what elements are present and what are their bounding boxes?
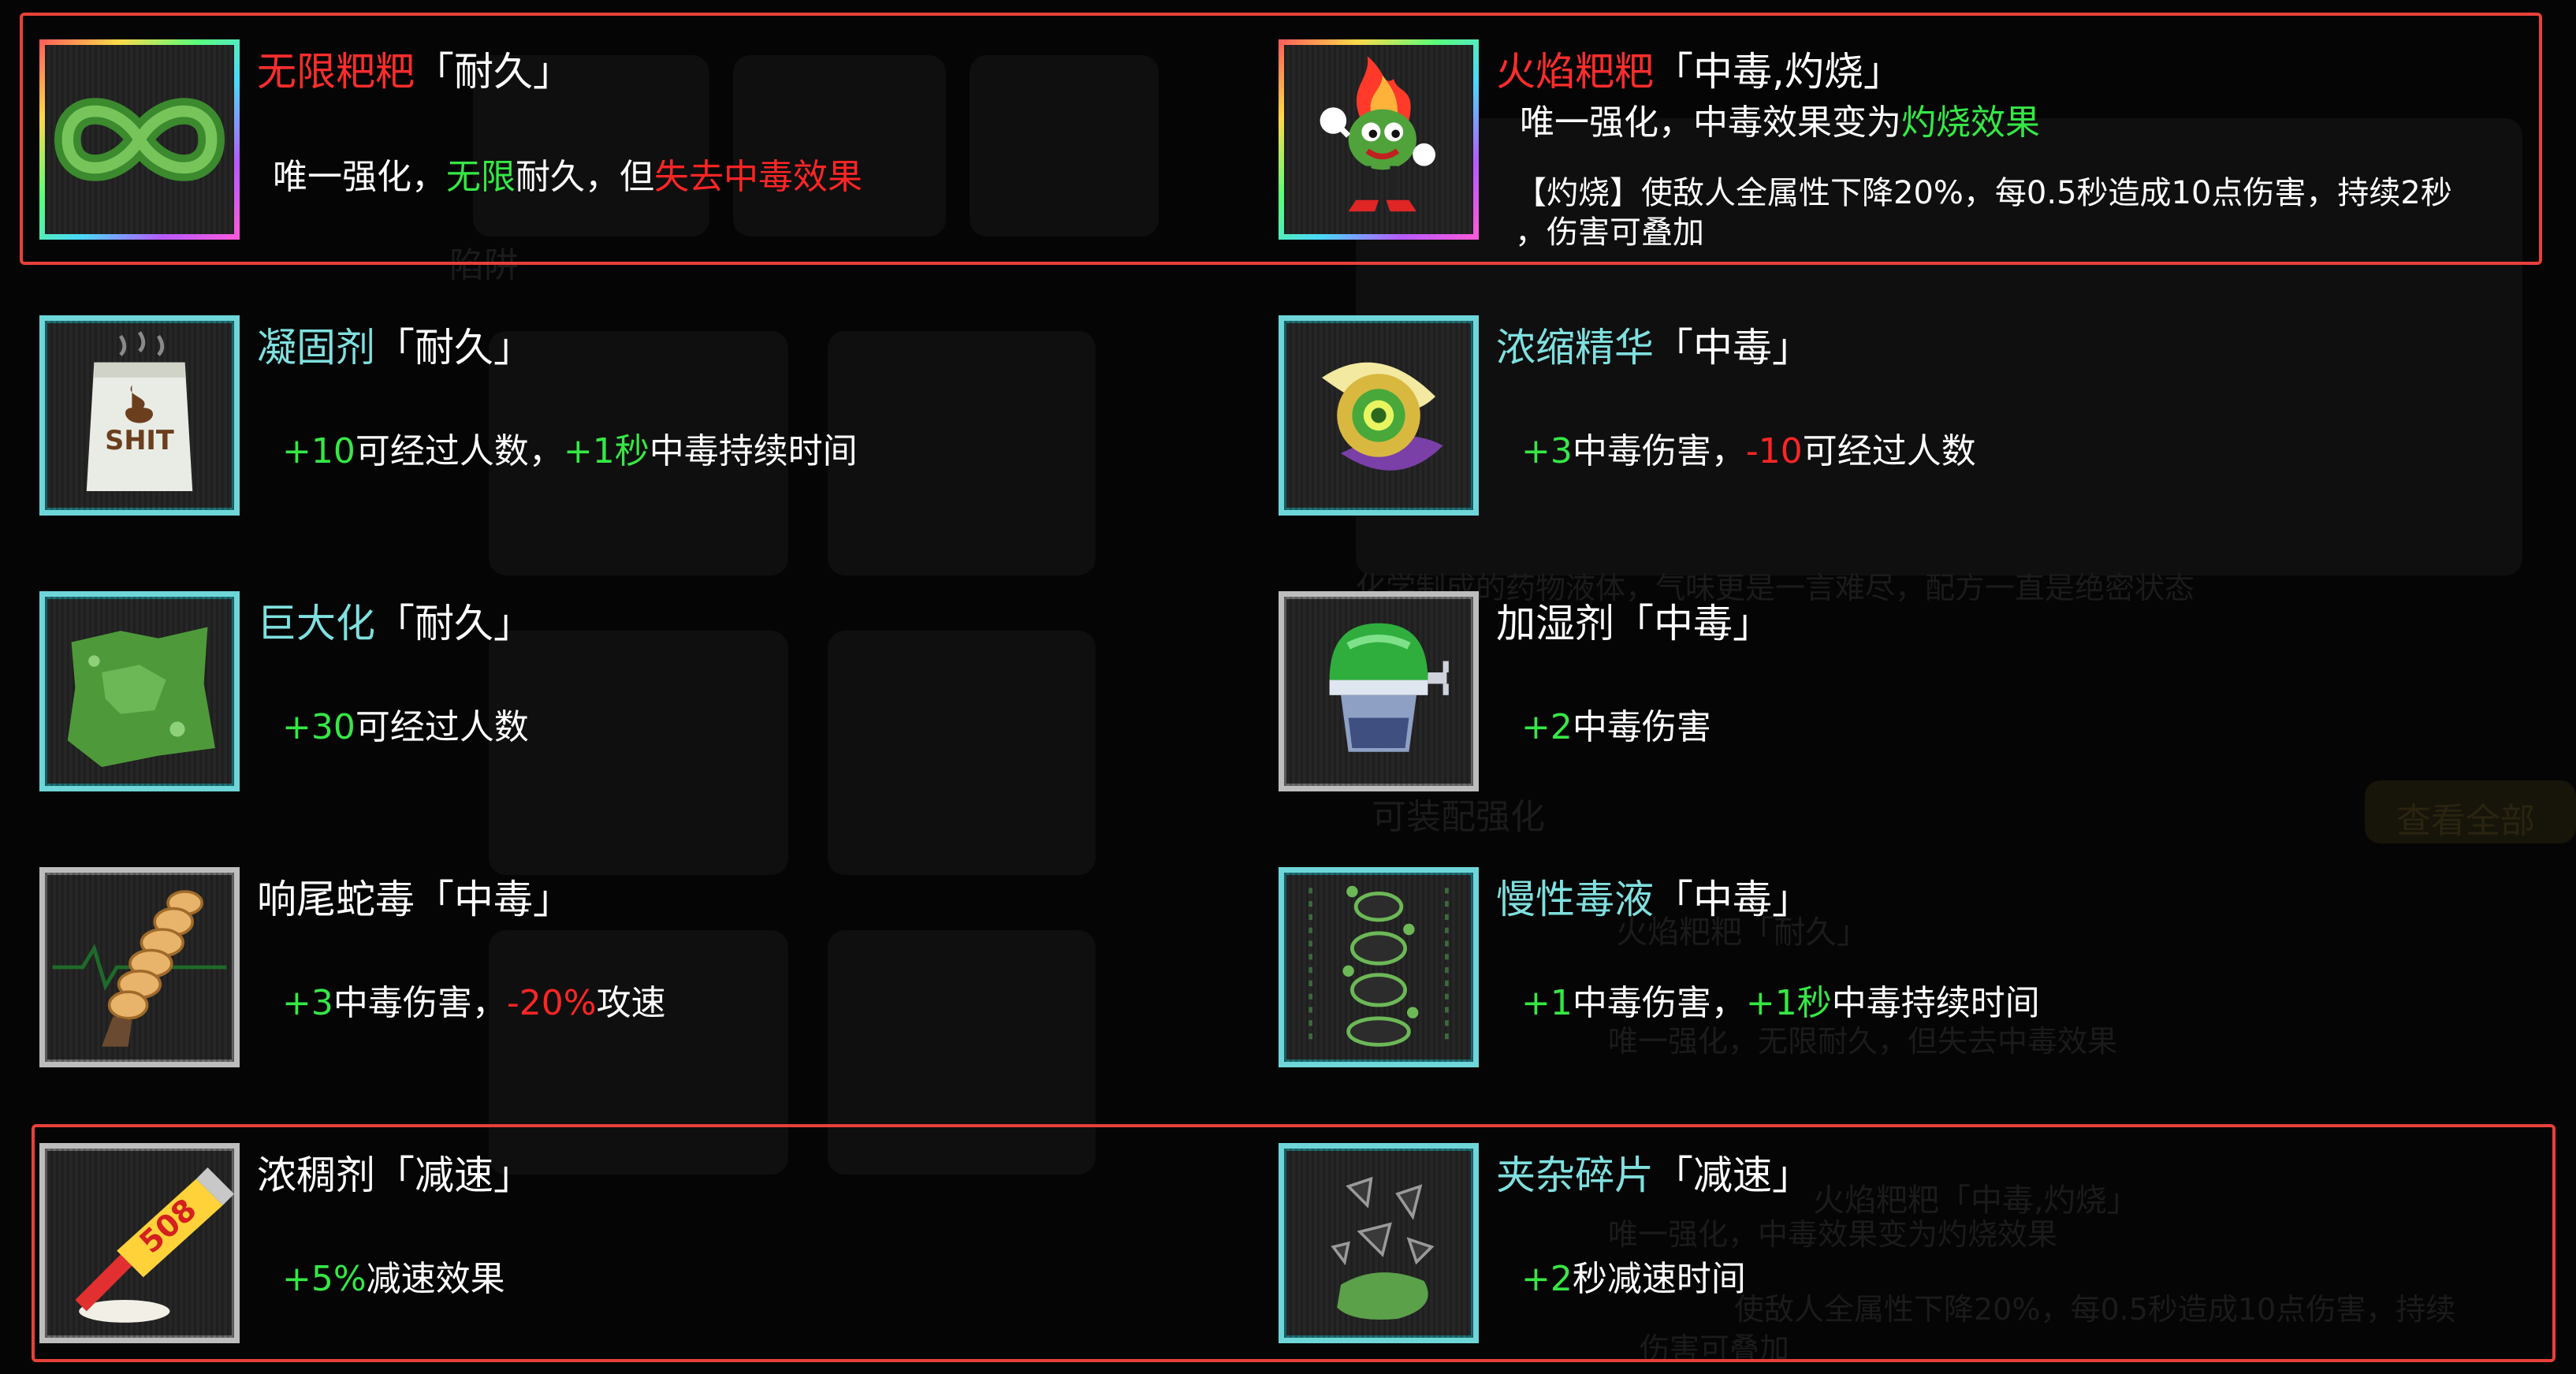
rattlesnake-icon bbox=[39, 867, 240, 1067]
desc-positive: +10 bbox=[282, 431, 356, 471]
desc-positive: +3 bbox=[1521, 431, 1573, 471]
burn-detail-line-2: ，伤害可叠加 bbox=[1515, 214, 1704, 251]
desc-positive: 无限 bbox=[446, 157, 516, 197]
desc-positive: +5% bbox=[282, 1259, 367, 1299]
item-tags: 「减速」 bbox=[1654, 1152, 1811, 1198]
upgrade-thickener[interactable]: 508 浓稠剂「减速」 +5%减速效果 bbox=[39, 1143, 1222, 1356]
item-title: 凝固剂「耐久」 bbox=[257, 322, 533, 374]
item-name: 夹杂碎片 bbox=[1496, 1152, 1654, 1198]
item-description: +1中毒伤害，+1秒中毒持续时间 bbox=[1521, 980, 2040, 1027]
desc-positive: 灼烧效果 bbox=[1901, 102, 2040, 143]
item-title: 夹杂碎片「减速」 bbox=[1496, 1149, 1811, 1201]
upgrade-flame-poop[interactable]: 火焰粑粑「中毒,灼烧」 唯一强化，中毒效果变为灼烧效果 【灼烧】使敌人全属性下降… bbox=[1279, 39, 2540, 252]
item-name: 无限粑粑 bbox=[257, 49, 415, 95]
item-name: 加湿剂 bbox=[1496, 601, 1614, 646]
desc-part: 唯一强化，中毒效果变为 bbox=[1520, 102, 1901, 143]
desc-part: 耐久，但 bbox=[516, 157, 654, 197]
item-title: 浓稠剂「减速」 bbox=[257, 1149, 533, 1201]
item-name: 巨大化 bbox=[257, 601, 375, 646]
desc-positive: +30 bbox=[282, 707, 356, 747]
flame-poop-icon bbox=[1279, 39, 1479, 240]
upgrade-coagulant[interactable]: SHIT 凝固剂「耐久」 +10可经过人数，+1秒中毒持续时间 bbox=[39, 315, 1222, 528]
item-description: 唯一强化，中毒效果变为灼烧效果 bbox=[1520, 99, 2040, 147]
item-tags: 「中毒」 bbox=[415, 877, 572, 922]
humidifier-icon bbox=[1279, 591, 1479, 791]
item-title: 火焰粑粑「中毒,灼烧」 bbox=[1496, 46, 1903, 98]
item-tags: 「中毒,灼烧」 bbox=[1654, 49, 1903, 95]
desc-positive: +3 bbox=[282, 983, 333, 1023]
desc-part: 中毒持续时间 bbox=[649, 431, 858, 471]
upgrade-humidifier[interactable]: 加湿剂「中毒」 +2中毒伤害 bbox=[1279, 591, 2461, 804]
item-tags: 「耐久」 bbox=[375, 601, 533, 646]
burn-detail-line-1: 【灼烧】使敌人全属性下降20%，每0.5秒造成10点伤害，持续2秒 bbox=[1515, 175, 2452, 211]
upgrade-rattlesnake-venom[interactable]: 响尾蛇毒「中毒」 +3中毒伤害，-20%攻速 bbox=[39, 867, 1222, 1080]
item-name: 浓缩精华 bbox=[1496, 325, 1654, 370]
item-description: +10可经过人数，+1秒中毒持续时间 bbox=[282, 428, 858, 475]
item-description: +3中毒伤害，-10可经过人数 bbox=[1521, 428, 1976, 475]
item-tags: 「中毒」 bbox=[1654, 325, 1811, 370]
item-description: +2中毒伤害 bbox=[1521, 704, 1711, 751]
infinity-icon bbox=[39, 39, 240, 240]
item-tags: 「中毒」 bbox=[1614, 601, 1772, 646]
desc-part: 减速效果 bbox=[366, 1259, 505, 1299]
item-tags: 「中毒」 bbox=[1654, 877, 1811, 922]
item-tags: 「耐久」 bbox=[415, 49, 572, 95]
desc-positive: +1秒 bbox=[563, 431, 650, 471]
slime-icon bbox=[39, 591, 240, 791]
item-description: +30可经过人数 bbox=[282, 704, 529, 751]
desc-negative: -20% bbox=[506, 983, 597, 1023]
upgrade-concentrated-essence[interactable]: 浓缩精华「中毒」 +3中毒伤害，-10可经过人数 bbox=[1279, 315, 2461, 528]
desc-part: 唯一强化， bbox=[273, 157, 446, 197]
desc-positive: +2 bbox=[1521, 707, 1573, 747]
item-name: 慢性毒液 bbox=[1496, 877, 1654, 922]
item-title: 加湿剂「中毒」 bbox=[1496, 598, 1772, 650]
desc-part: 中毒伤害， bbox=[1572, 431, 1746, 471]
desc-part: 秒减速时间 bbox=[1572, 1259, 1746, 1299]
desc-part: 中毒伤害， bbox=[1572, 983, 1746, 1023]
item-title: 浓缩精华「中毒」 bbox=[1496, 322, 1811, 374]
item-title: 慢性毒液「中毒」 bbox=[1496, 873, 1811, 925]
item-title: 响尾蛇毒「中毒」 bbox=[257, 873, 572, 925]
upgrade-chronic-venom[interactable]: 慢性毒液「中毒」 +1中毒伤害，+1秒中毒持续时间 bbox=[1279, 867, 2461, 1080]
bag-icon: SHIT bbox=[39, 315, 240, 516]
upgrade-mixed-shards[interactable]: 夹杂碎片「减速」 +2秒减速时间 bbox=[1279, 1143, 2461, 1356]
item-name: 火焰粑粑 bbox=[1496, 49, 1654, 95]
item-tags: 「耐久」 bbox=[375, 325, 533, 370]
upgrade-infinite-poop[interactable]: 无限粑粑「耐久」 唯一强化，无限耐久，但失去中毒效果 bbox=[39, 39, 1222, 252]
item-description: 唯一强化，无限耐久，但失去中毒效果 bbox=[273, 154, 862, 201]
essence-icon bbox=[1279, 315, 1479, 516]
item-title: 无限粑粑「耐久」 bbox=[257, 46, 572, 98]
desc-negative: 失去中毒效果 bbox=[654, 157, 862, 197]
desc-positive: +2 bbox=[1521, 1259, 1573, 1299]
item-tags: 「减速」 bbox=[375, 1152, 533, 1198]
desc-positive: +1 bbox=[1521, 983, 1573, 1023]
item-title: 巨大化「耐久」 bbox=[257, 598, 533, 650]
item-description: +3中毒伤害，-20%攻速 bbox=[282, 980, 666, 1027]
glue-tube-icon: 508 bbox=[39, 1143, 240, 1343]
item-name: 响尾蛇毒 bbox=[257, 877, 415, 922]
item-description: +5%减速效果 bbox=[282, 1256, 505, 1303]
desc-part: 中毒伤害， bbox=[333, 983, 507, 1023]
desc-part: 中毒伤害 bbox=[1572, 707, 1711, 747]
desc-part: 可经过人数， bbox=[355, 431, 564, 471]
venom-icon bbox=[1279, 867, 1479, 1067]
item-name: 凝固剂 bbox=[257, 325, 375, 370]
item-name: 浓稠剂 bbox=[257, 1152, 375, 1198]
desc-negative: -10 bbox=[1745, 431, 1803, 471]
shards-icon bbox=[1279, 1143, 1479, 1343]
item-description: +2秒减速时间 bbox=[1521, 1256, 1746, 1303]
desc-positive: +1秒 bbox=[1745, 983, 1832, 1023]
desc-part: 可经过人数 bbox=[1802, 431, 1976, 471]
svg-text:SHIT: SHIT bbox=[105, 425, 174, 456]
desc-part: 攻速 bbox=[596, 983, 666, 1023]
upgrade-enlarge[interactable]: 巨大化「耐久」 +30可经过人数 bbox=[39, 591, 1222, 804]
desc-part: 可经过人数 bbox=[355, 707, 529, 747]
desc-part: 中毒持续时间 bbox=[1831, 983, 2040, 1023]
